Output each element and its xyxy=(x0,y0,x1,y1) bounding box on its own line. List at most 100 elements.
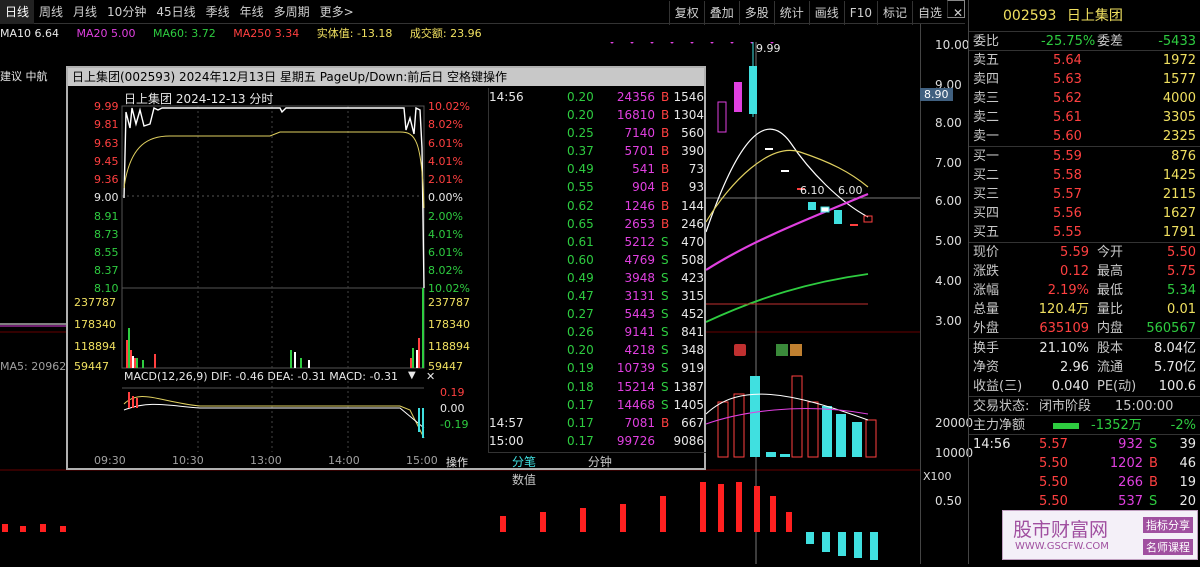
bid-row[interactable]: 买三 5.57 2115 xyxy=(969,185,1200,204)
close-icon[interactable]: ✕ xyxy=(947,0,965,20)
price-left-label: 8.73 xyxy=(94,228,119,241)
tick-row: 14:56 0.20 24356 B 1546 xyxy=(489,88,706,106)
trade-side: B xyxy=(1149,475,1158,490)
trade-price: 5.50 xyxy=(1039,456,1068,471)
macd-right-label: -0.19 xyxy=(440,418,469,431)
vol-right-label: 178340 xyxy=(428,318,470,331)
weibi-value: -25.75% xyxy=(1041,34,1096,49)
ask-row[interactable]: 卖四 5.63 1577 xyxy=(969,70,1200,89)
tick-list[interactable]: 14:56 0.20 24356 B 1546 0.20 16810 B 1304 0.25 714… xyxy=(488,88,706,452)
level-price: 5.56 xyxy=(1053,206,1082,221)
level-volume: 4000 xyxy=(1162,91,1196,106)
tick-row: 0.27 5443 S 452 xyxy=(489,305,706,323)
tool-button[interactable]: F10 xyxy=(843,1,877,25)
level-label: 买三 xyxy=(973,187,1000,202)
event-marker-icon[interactable] xyxy=(790,344,802,356)
tick-price: 0.49 xyxy=(567,162,594,177)
level-volume: 1425 xyxy=(1162,168,1196,183)
tick-row: 0.49 3948 S 423 xyxy=(489,269,706,287)
intraday-overlay-window[interactable]: 日上集团(002593) 2024年12月13日 星期五 PageUp/Down… xyxy=(66,66,706,487)
operation-button[interactable]: 操作 xyxy=(446,454,468,470)
ask-row[interactable]: 卖一 5.60 2325 xyxy=(969,127,1200,146)
period-tab[interactable]: 更多> xyxy=(315,0,359,24)
event-marker-icon[interactable] xyxy=(734,344,746,356)
tick-count: 919 xyxy=(681,361,704,376)
tick-volume: 5443 xyxy=(624,307,655,322)
stock-header: 002593 日上集团 xyxy=(969,0,1200,32)
tick-count: 470 xyxy=(681,234,704,249)
pct-right-label: 6.01% xyxy=(428,246,463,259)
tab-minutes[interactable]: 分钟 xyxy=(564,453,636,471)
trade-count: 20 xyxy=(1179,494,1196,509)
tool-button[interactable]: 多股 xyxy=(738,1,774,25)
ma20-label: MA20 5.00 xyxy=(76,27,136,40)
stat-label: 内盘 xyxy=(1097,321,1124,336)
dropdown-icon[interactable]: ▼ xyxy=(408,370,416,381)
period-tab[interactable]: 10分钟 xyxy=(102,0,151,24)
tick-count: 9086 xyxy=(673,433,704,448)
tick-side: S xyxy=(661,397,669,412)
watermark-tag: 名师课程 xyxy=(1143,539,1193,555)
trade-volume: 1202 xyxy=(1109,456,1143,471)
close-macd-icon[interactable]: ✕ xyxy=(426,370,435,383)
stat-label: 涨跌 xyxy=(973,264,1000,279)
ask-row[interactable]: 卖三 5.62 4000 xyxy=(969,89,1200,108)
trade-volume: 266 xyxy=(1118,475,1143,490)
pct-right-label: 6.01% xyxy=(428,137,463,150)
level-price: 5.57 xyxy=(1053,187,1082,202)
volume-amount-label: 成交额: 23.96 xyxy=(409,27,482,40)
overlay-title-bar[interactable]: 日上集团(002593) 2024年12月13日 星期五 PageUp/Down… xyxy=(68,68,704,86)
stat-value: 2.19% xyxy=(1047,283,1089,298)
tool-button[interactable]: 统计 xyxy=(773,1,809,25)
tick-row: 0.20 16810 B 1304 xyxy=(489,106,706,124)
watermark-tag: 指标分享 xyxy=(1143,517,1193,533)
period-tab[interactable]: 45日线 xyxy=(151,0,200,24)
price-left-label: 8.10 xyxy=(94,282,119,295)
tool-button[interactable]: 复权 xyxy=(668,1,704,25)
level-price: 5.60 xyxy=(1053,129,1082,144)
period-tab[interactable]: 年线 xyxy=(235,0,269,24)
tick-side: S xyxy=(661,307,669,322)
tab-ticks[interactable]: 分笔 xyxy=(488,453,560,471)
tick-row: 0.26 9141 S 841 xyxy=(489,323,706,341)
tick-volume: 16810 xyxy=(616,108,655,123)
ask-row[interactable]: 卖五 5.64 1972 xyxy=(969,51,1200,70)
bid-row[interactable]: 买二 5.58 1425 xyxy=(969,166,1200,185)
level-volume: 1972 xyxy=(1162,53,1196,68)
trade-count: 46 xyxy=(1179,456,1196,471)
level-price: 5.62 xyxy=(1053,91,1082,106)
tick-row: 0.55 904 B 93 xyxy=(489,178,706,196)
event-marker-icon[interactable] xyxy=(776,344,788,356)
tool-button[interactable]: 自选 xyxy=(911,1,947,25)
period-tab[interactable]: 月线 xyxy=(68,0,102,24)
period-tab[interactable]: 多周期 xyxy=(269,0,315,24)
tick-price: 0.25 xyxy=(567,126,594,141)
tool-button[interactable]: 标记 xyxy=(876,1,912,25)
level-price: 5.63 xyxy=(1053,72,1082,87)
axis-tick: 6.00 xyxy=(935,194,962,208)
tool-button[interactable]: 叠加 xyxy=(703,1,739,25)
bid-row[interactable]: 买四 5.56 1627 xyxy=(969,204,1200,223)
tool-button[interactable]: 画线 xyxy=(808,1,844,25)
tick-count: 73 xyxy=(688,162,704,177)
vol-right-label: 237787 xyxy=(428,296,470,309)
left-fragment-label: 建议 中航 xyxy=(0,70,48,83)
tab-values[interactable]: 数值 xyxy=(488,471,560,489)
level-label: 卖四 xyxy=(973,72,1000,87)
ask-book: 卖五 5.64 1972 卖四 5.63 1577 卖三 5.62 4000 卖二 5.61 3305… xyxy=(969,51,1200,147)
period-tab[interactable]: 周线 xyxy=(34,0,68,24)
tick-count: 508 xyxy=(681,252,704,267)
trade-list[interactable]: 14:56 5.57 932 S 39 5.50 1202 B 46 5.50 266 B 19 5.50… xyxy=(969,435,1200,511)
bid-row[interactable]: 买五 5.55 1791 xyxy=(969,223,1200,242)
stat-row: 外盘 635109 内盘 560567 xyxy=(969,319,1200,338)
tick-price: 0.18 xyxy=(567,379,594,394)
period-tab[interactable]: 季线 xyxy=(201,0,235,24)
weibi-row: 委比 -25.75% 委差 -5433 xyxy=(969,32,1200,51)
bid-row[interactable]: 买一 5.59 876 xyxy=(969,147,1200,166)
stat-label: 总量 xyxy=(973,302,1000,317)
tick-side: B xyxy=(661,108,670,123)
period-tab[interactable]: 日线 xyxy=(0,0,35,24)
intraday-chart[interactable]: 日上集团 2024-12-13 分时 9.99 9.81 9.63 9.45 9… xyxy=(70,88,488,469)
ask-row[interactable]: 卖二 5.61 3305 xyxy=(969,108,1200,127)
tick-row: 0.18 15214 S 1387 xyxy=(489,378,706,396)
